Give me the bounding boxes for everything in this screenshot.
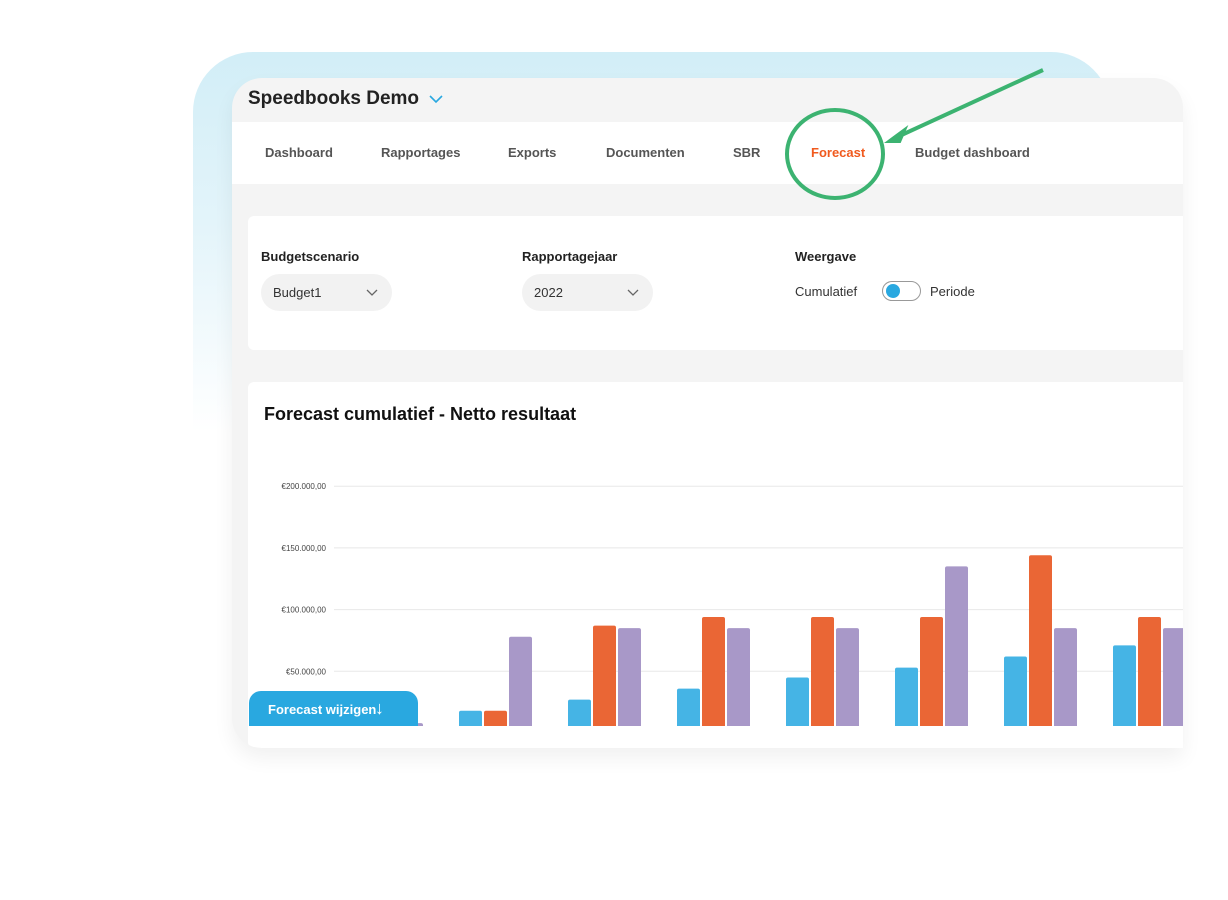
- annotation-circle: [785, 108, 885, 200]
- annotation-arrow-head-icon: [883, 125, 909, 143]
- annotation-arrow-line: [894, 68, 1044, 140]
- annotation-overlay: [785, 68, 1044, 200]
